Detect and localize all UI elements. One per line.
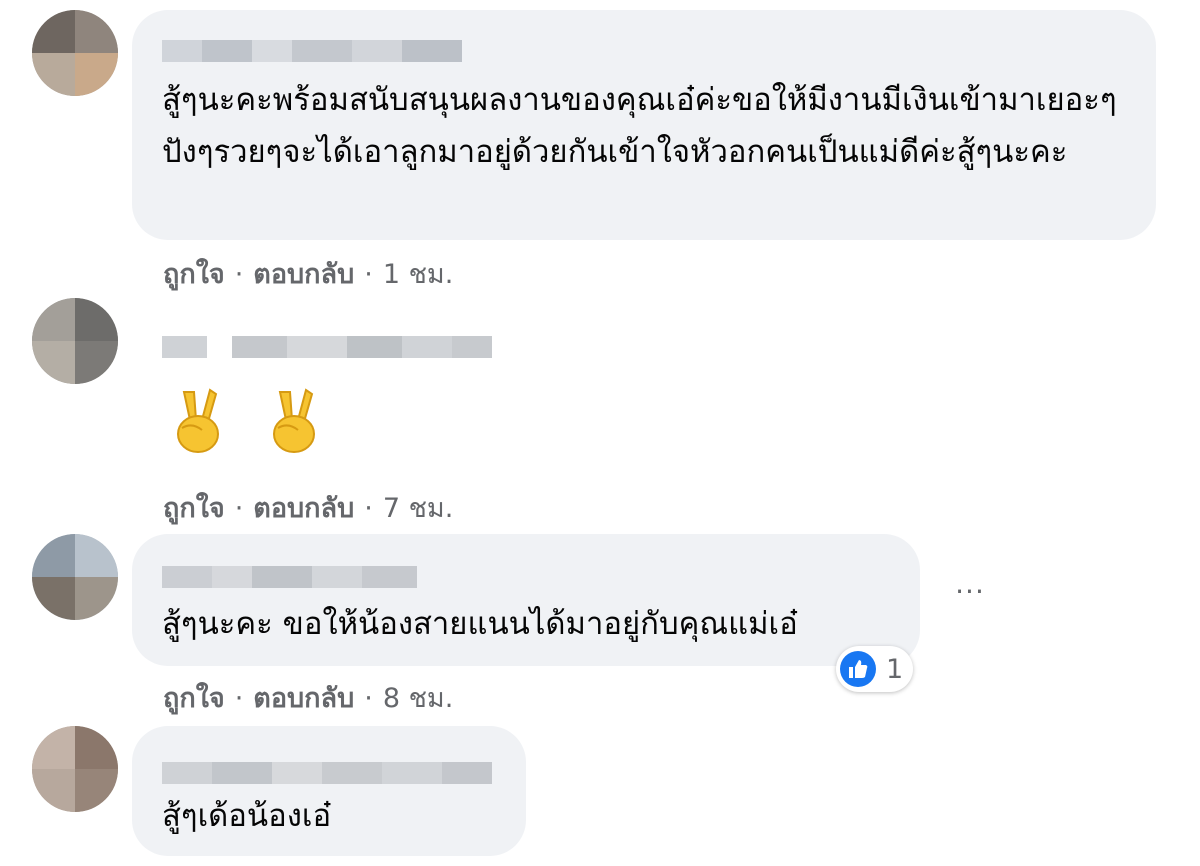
reaction-count: 1 [886, 653, 904, 685]
timestamp[interactable]: 8 ชม. [383, 683, 453, 714]
comment-actions: ถูกใจ · ตอบกลับ · 7 ชม. [163, 493, 454, 524]
victory-hand-emoji [177, 388, 219, 453]
author-name-blurred[interactable] [162, 336, 492, 358]
comment-text: สู้ๆนะคะพร้อมสนับสนุนผลงานของคุณเอ๋ค่ะขอ… [162, 82, 1117, 170]
like-link[interactable]: ถูกใจ [163, 259, 225, 290]
like-link[interactable]: ถูกใจ [163, 493, 225, 524]
comment-actions: ถูกใจ · ตอบกลับ · 1 ชม. [163, 259, 454, 290]
comment-text: สู้ๆเด้อน้องเอ๋ [162, 798, 332, 834]
avatar[interactable] [32, 298, 118, 384]
reaction-summary[interactable]: 1 [836, 646, 914, 692]
comment-actions: ถูกใจ · ตอบกลับ · 8 ชม. [163, 683, 454, 714]
author-name-blurred[interactable] [162, 566, 417, 588]
avatar[interactable] [32, 10, 118, 96]
thumbs-up-icon [840, 651, 876, 687]
reply-link[interactable]: ตอบกลับ [253, 683, 354, 714]
avatar[interactable] [32, 534, 118, 620]
author-name-blurred[interactable] [162, 762, 492, 784]
reply-link[interactable]: ตอบกลับ [253, 493, 354, 524]
like-link[interactable]: ถูกใจ [163, 683, 225, 714]
timestamp[interactable]: 1 ชม. [383, 259, 453, 290]
emoji-content [168, 388, 324, 454]
author-name-blurred[interactable] [162, 40, 462, 62]
reply-link[interactable]: ตอบกลับ [253, 259, 354, 290]
avatar[interactable] [32, 726, 118, 812]
timestamp[interactable]: 7 ชม. [383, 493, 453, 524]
more-options-icon[interactable]: ··· [950, 578, 990, 616]
comment-text: สู้ๆนะคะ ขอให้น้องสายแนนได้มาอยู่กับคุณแ… [162, 606, 798, 642]
victory-hand-emoji [273, 388, 315, 453]
